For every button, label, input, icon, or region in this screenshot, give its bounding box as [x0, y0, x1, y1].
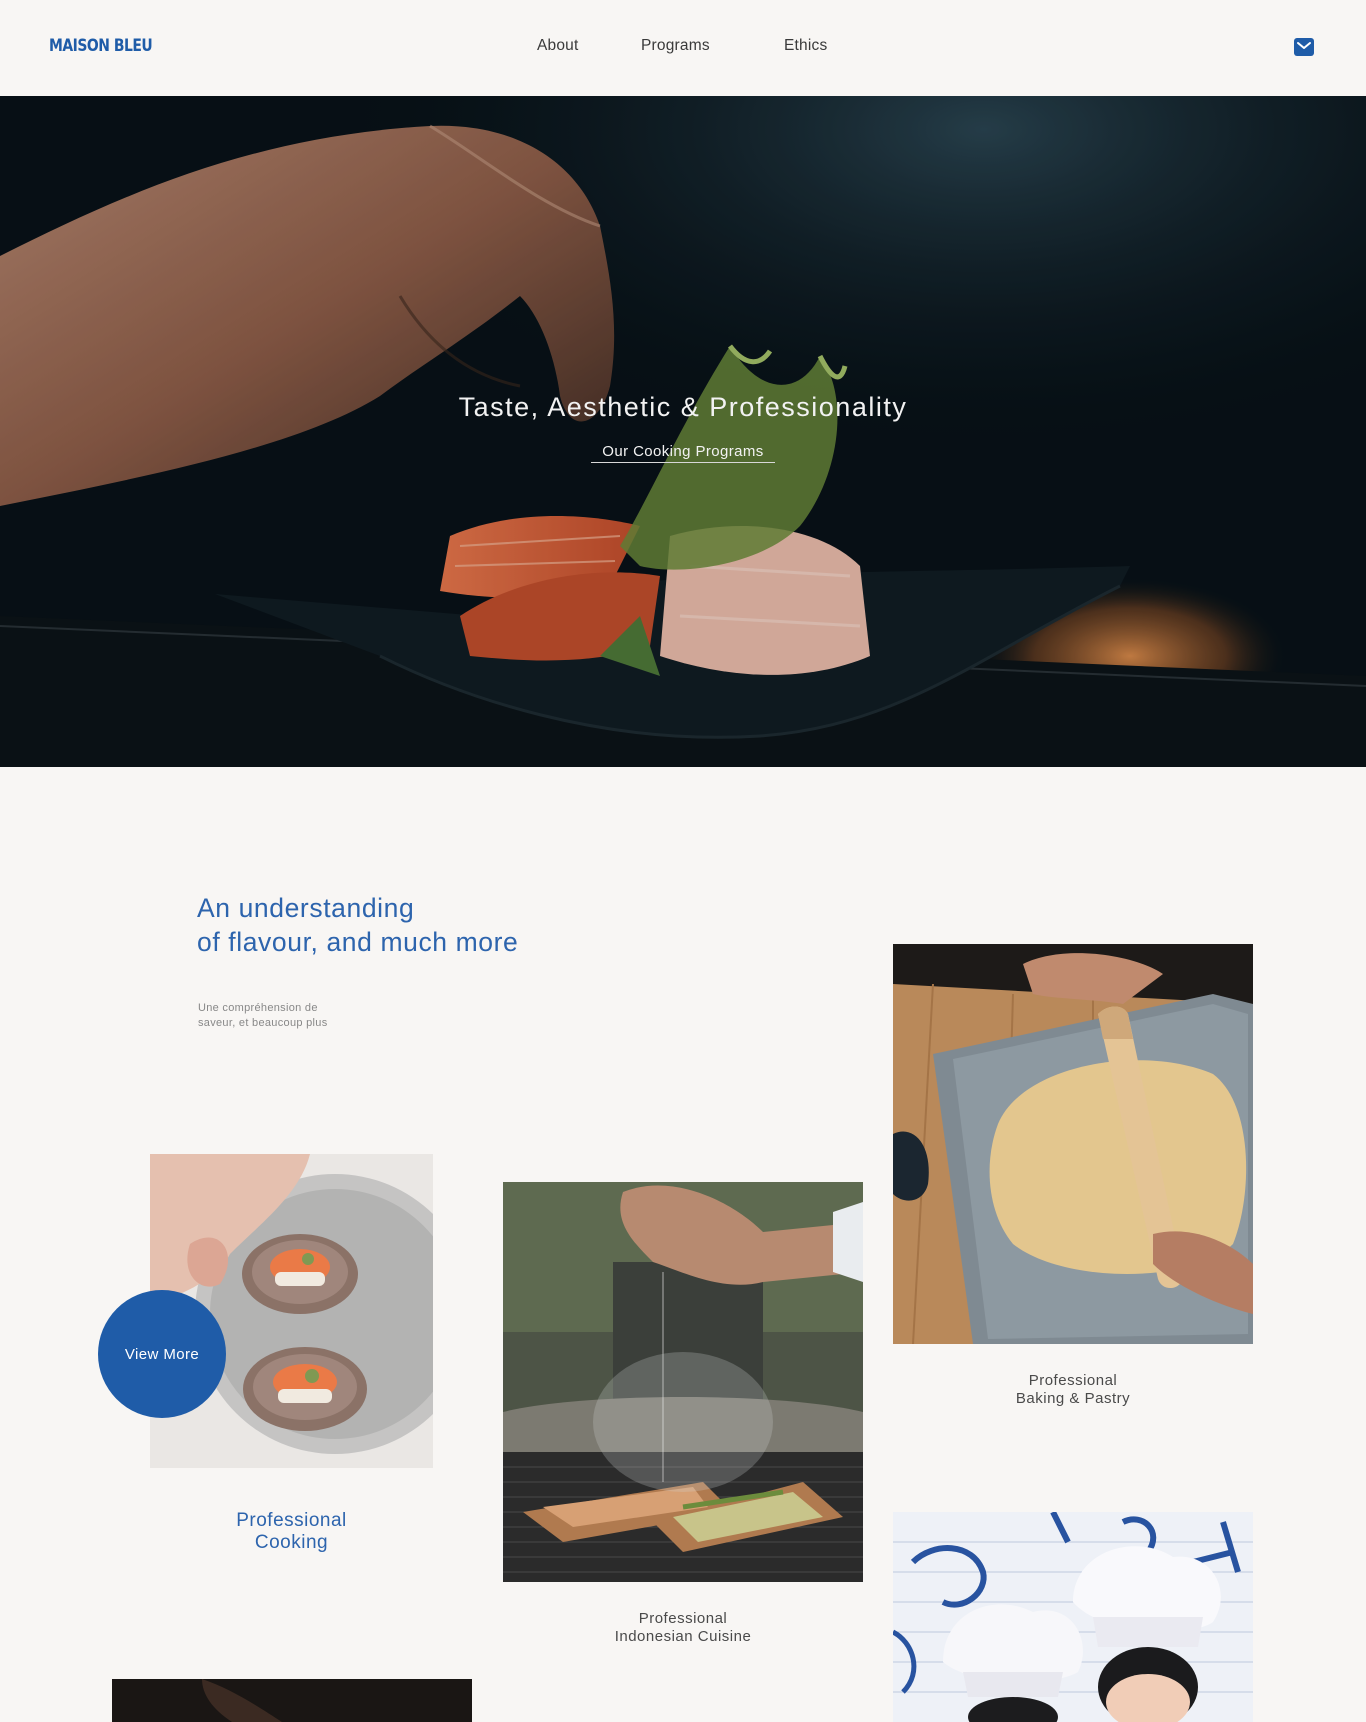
intro-subtitle-line2: saveur, et beaucoup plus	[198, 1017, 328, 1029]
card-image-indonesian-cuisine[interactable]	[503, 1182, 863, 1582]
intro-heading: An understanding of flavour, and much mo…	[197, 891, 518, 959]
nav-link-ethics[interactable]: Ethics	[784, 37, 827, 55]
hero-title: Taste, Aesthetic & Professionality	[458, 392, 908, 422]
hero-image	[0, 96, 1366, 767]
card-image-kids-chefs[interactable]	[893, 1512, 1253, 1722]
program-caption-cooking-line2: Cooking	[254, 1532, 329, 1553]
program-caption-indonesian-line1: Professional	[638, 1610, 728, 1627]
program-caption-baking[interactable]: Professional Baking & Pastry	[893, 1372, 1253, 1408]
nav-link-programs[interactable]: Programs	[641, 37, 710, 55]
card-image-baking-pastry[interactable]	[893, 944, 1253, 1344]
intro-heading-line1: An understanding	[197, 893, 415, 923]
envelope-icon	[1294, 38, 1314, 56]
program-caption-indonesian[interactable]: Professional Indonesian Cuisine	[503, 1610, 863, 1646]
intro-subtitle: Une compréhension de saveur, et beaucoup…	[198, 1001, 328, 1031]
intro-heading-line2: of flavour, and much more	[197, 927, 519, 957]
program-caption-cooking-line1: Professional	[236, 1510, 347, 1531]
program-caption-baking-line1: Professional	[1028, 1372, 1118, 1389]
view-more-button[interactable]: View More	[98, 1290, 226, 1418]
brand-logo[interactable]: MAISON BLEU	[49, 36, 153, 56]
program-caption-indonesian-line2: Indonesian Cuisine	[614, 1628, 752, 1645]
hero-section: Taste, Aesthetic & Professionality Our C…	[0, 96, 1366, 767]
nav-link-about[interactable]: About	[537, 37, 579, 55]
cooking-programs-link[interactable]: Our Cooking Programs	[591, 443, 775, 463]
site-header: MAISON BLEU About Programs Ethics	[0, 0, 1366, 96]
program-caption-baking-line2: Baking & Pastry	[1015, 1390, 1131, 1407]
card-image-additional-program[interactable]	[112, 1679, 472, 1722]
program-caption-cooking[interactable]: Professional Cooking	[150, 1510, 433, 1554]
intro-subtitle-line1: Une compréhension de	[198, 1002, 318, 1014]
mail-button[interactable]	[1294, 38, 1314, 56]
